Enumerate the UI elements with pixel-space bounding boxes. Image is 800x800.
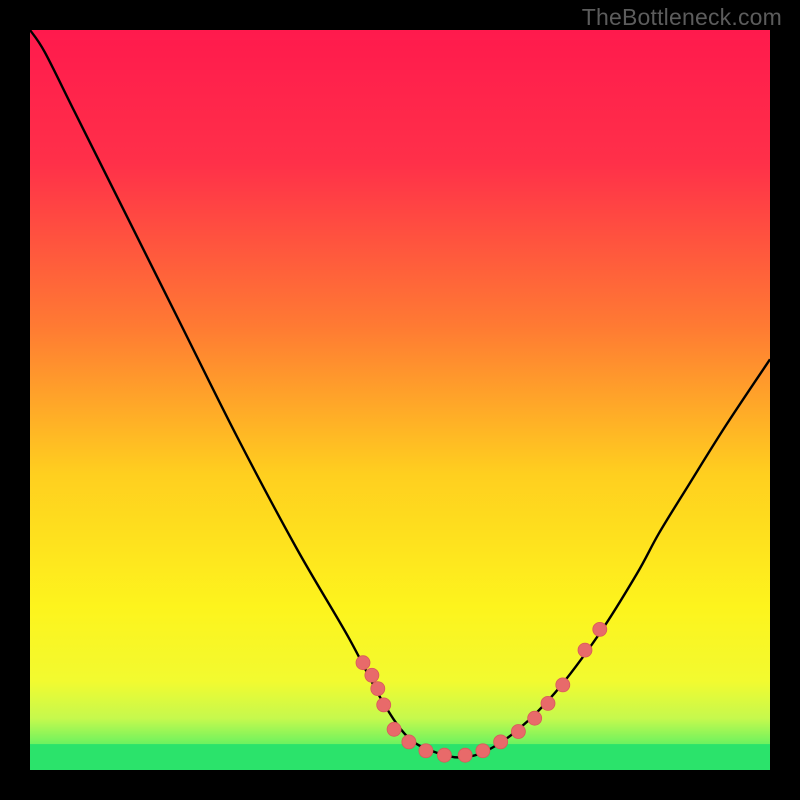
curve-marker [437, 748, 451, 762]
gradient-background [30, 30, 770, 770]
curve-marker [511, 725, 525, 739]
curve-marker [419, 744, 433, 758]
curve-marker [377, 698, 391, 712]
curve-marker [556, 678, 570, 692]
watermark-text: TheBottleneck.com [582, 4, 782, 31]
curve-marker [365, 668, 379, 682]
curve-marker [541, 696, 555, 710]
curve-marker [371, 682, 385, 696]
curve-marker [528, 711, 542, 725]
curve-marker [458, 748, 472, 762]
curve-marker [593, 622, 607, 636]
curve-marker [356, 656, 370, 670]
curve-marker [476, 744, 490, 758]
curve-marker [578, 643, 592, 657]
curve-marker [387, 722, 401, 736]
bottleneck-chart [0, 0, 800, 800]
curve-marker [494, 735, 508, 749]
green-zone-band [30, 744, 770, 770]
curve-marker [402, 735, 416, 749]
